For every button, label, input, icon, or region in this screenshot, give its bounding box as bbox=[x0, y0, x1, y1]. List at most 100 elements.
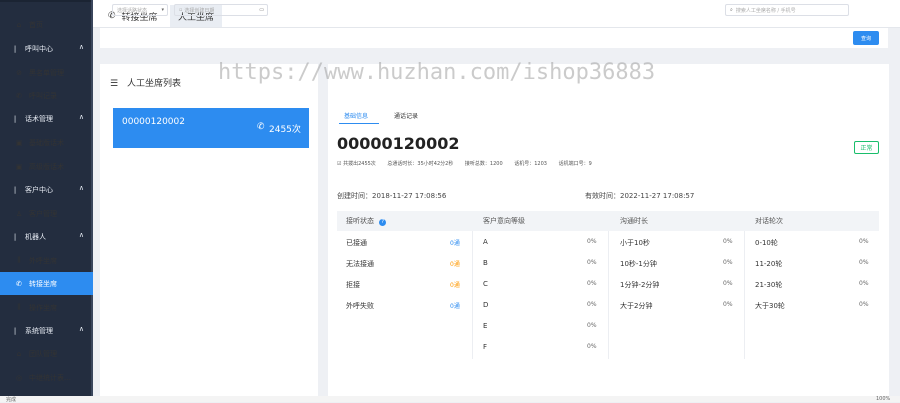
intent-value-c: 0% bbox=[587, 280, 597, 287]
intent-value-f: 0% bbox=[587, 343, 597, 350]
seat-card[interactable]: 00000120002 ✆ 2455次 bbox=[113, 108, 309, 148]
subtab-basic-info[interactable]: 基础信息 bbox=[344, 111, 368, 120]
sidebar-item-label: 黑名单管理 bbox=[29, 68, 64, 77]
rounds-label-21-30: 21-30轮 bbox=[755, 281, 783, 289]
valid-time: 有效时间：2022-11-27 17:08:57 bbox=[585, 191, 694, 201]
stat-total-calls: 共拨出2455次 bbox=[343, 161, 376, 167]
phone-icon: ✆ bbox=[16, 279, 22, 288]
rounds-value-gt30: 0% bbox=[859, 301, 869, 308]
sidebar-item-trunk-stats[interactable]: ◎ 中继统计表… bbox=[0, 366, 93, 389]
seat-list-title-text: 人工坐席列表 bbox=[126, 79, 181, 89]
date-picker[interactable]: ▫ 选择创建日期 ▭ bbox=[174, 4, 268, 16]
duration-label-lt10s: 小于10秒 bbox=[620, 239, 650, 247]
valid-value: 2022-11-27 17:08:57 bbox=[620, 192, 695, 200]
stat-total-duration: 总通话时长：35小时42分2秒 bbox=[387, 161, 454, 167]
seat-number-heading: 00000120002 bbox=[337, 134, 460, 153]
status-value-unreachable[interactable]: 0通 bbox=[450, 259, 460, 268]
search-placeholder: 搜索人工坐席名称 / 手机号 bbox=[735, 7, 796, 14]
sidebar-group-label: 话术管理 bbox=[25, 114, 53, 123]
intent-label-a: A bbox=[483, 238, 488, 246]
chevron-up-icon: ∧ bbox=[78, 184, 84, 192]
intent-label-b: B bbox=[483, 259, 488, 267]
duration-label-1m-2m: 1分钟-2分钟 bbox=[620, 281, 660, 289]
bars-icon: ⫼ bbox=[17, 303, 21, 311]
search-icon: ⌕ bbox=[730, 7, 733, 13]
created-time: 创建时间：2018-11-27 17:08:56 bbox=[337, 191, 446, 201]
sidebar-item-team-management[interactable]: ⌂ 团队管理 bbox=[0, 342, 93, 365]
chevron-up-icon: ∧ bbox=[78, 113, 84, 121]
column-divider bbox=[744, 231, 745, 359]
chevron-up-icon: ∧ bbox=[78, 325, 84, 333]
group-marker-icon: | bbox=[13, 44, 17, 53]
status-value-rejected[interactable]: 0通 bbox=[450, 280, 460, 289]
search-button[interactable]: 查询 bbox=[853, 31, 879, 45]
created-label: 创建时间： bbox=[337, 192, 372, 200]
status-label-rejected: 拒接 bbox=[346, 281, 360, 289]
sidebar-item-advanced-scripts[interactable]: ▣ 高级版话术 bbox=[0, 155, 93, 178]
caret-down-icon: ▾ bbox=[161, 7, 164, 13]
sidebar-item-blacklist[interactable]: ⊘ 黑名单管理 bbox=[0, 61, 93, 84]
script-icon: ▣ bbox=[15, 162, 23, 171]
sidebar-group-label: 呼叫中心 bbox=[25, 44, 53, 53]
seat-stats-line: ☑ 共拨出2455次 总通话时长：35小时42分2秒 接听总数：1200 话机号… bbox=[337, 160, 592, 167]
sidebar-group-customers[interactable]: | 客户中心 ∧ bbox=[0, 178, 93, 201]
sidebar-item-customer-management[interactable]: ♙ 客户管理 bbox=[0, 202, 93, 225]
status-select[interactable]: 选择话路状态 ▾ bbox=[112, 4, 168, 16]
sidebar-item-outbound-seats[interactable]: ⫼ 外呼坐席 bbox=[0, 249, 93, 272]
sidebar-group-call-center[interactable]: | 呼叫中心 ∧ bbox=[0, 37, 93, 60]
filter-bar bbox=[100, 28, 888, 48]
group-marker-icon: | bbox=[13, 326, 17, 335]
group-marker-icon: | bbox=[13, 232, 17, 241]
col-header-duration: 沟通时长 bbox=[620, 217, 648, 225]
chevron-up-icon: ∧ bbox=[78, 231, 84, 239]
sidebar-item-label: 客户管理 bbox=[29, 209, 57, 218]
intent-value-d: 0% bbox=[587, 301, 597, 308]
status-label-connected: 已接通 bbox=[346, 239, 367, 247]
intent-label-c: C bbox=[483, 280, 488, 288]
created-value: 2018-11-27 17:08:56 bbox=[372, 192, 447, 200]
sidebar-group-label: 机器人 bbox=[25, 232, 46, 241]
home-icon: ⌂ bbox=[16, 20, 22, 29]
bars-icon: ⫼ bbox=[17, 256, 21, 264]
duration-label-gt2m: 大于2分钟 bbox=[620, 302, 653, 310]
col-header-intent-level: 客户意向等级 bbox=[483, 217, 525, 225]
blacklist-icon: ⊘ bbox=[16, 68, 22, 77]
sidebar-item-label: 基础版话术 bbox=[29, 138, 64, 147]
sidebar-item-label: 中继统计表… bbox=[29, 373, 71, 382]
status-value-failed[interactable]: 0通 bbox=[450, 301, 460, 310]
status-value-connected[interactable]: 0通 bbox=[450, 238, 460, 247]
sidebar-group-scripts[interactable]: | 话术管理 ∧ bbox=[0, 107, 93, 130]
sidebar-item-transfer-seats[interactable]: ✆ 转接坐席 bbox=[0, 272, 93, 295]
sidebar-item-label: 团队管理 bbox=[29, 349, 57, 358]
sidebar-item-basic-scripts[interactable]: ▣ 基础版话术 bbox=[0, 131, 93, 154]
status-bar: 完成 100% bbox=[0, 396, 900, 403]
sidebar-group-robots[interactable]: | 机器人 ∧ bbox=[0, 225, 93, 248]
list-icon: ☰ bbox=[110, 79, 119, 89]
stats-grid-header bbox=[337, 211, 879, 231]
subtab-call-records[interactable]: 通话记录 bbox=[394, 111, 418, 120]
seat-card-number: 00000120002 bbox=[122, 117, 185, 127]
intent-label-d: D bbox=[483, 301, 489, 309]
sidebar-group-system[interactable]: | 系统管理 ∧ bbox=[0, 319, 93, 342]
subtab-active-underline bbox=[339, 123, 379, 124]
help-icon[interactable]: ? bbox=[379, 219, 387, 226]
sidebar-item-home[interactable]: ⌂ 首页 bbox=[0, 13, 93, 36]
zoom-level[interactable]: 100% bbox=[876, 396, 890, 402]
date-icon: ▫ bbox=[179, 7, 183, 13]
sidebar-item-operator-seats[interactable]: ⫼ 操作坐席 bbox=[0, 296, 93, 319]
rounds-label-gt30: 大于30轮 bbox=[755, 302, 785, 310]
rounds-label-11-20: 11-20轮 bbox=[755, 260, 783, 268]
intent-value-a: 0% bbox=[587, 238, 597, 245]
status-button[interactable]: 正常 bbox=[854, 141, 879, 154]
col-header-rounds: 对话轮次 bbox=[755, 217, 783, 225]
sidebar-item-label: 外呼坐席 bbox=[29, 256, 57, 265]
intent-label-f: F bbox=[483, 343, 488, 351]
intent-value-b: 0% bbox=[587, 259, 597, 266]
script-icon: ▣ bbox=[15, 138, 23, 147]
calendar-icon: ▭ bbox=[259, 7, 264, 13]
duration-value-10s-1m: 0% bbox=[723, 259, 733, 266]
search-input[interactable]: ⌕ 搜索人工坐席名称 / 手机号 bbox=[725, 4, 849, 16]
phone-icon: ✆ bbox=[257, 122, 265, 132]
duration-value-1m-2m: 0% bbox=[723, 280, 733, 287]
sidebar-item-call-records[interactable]: ✆ 呼叫记录 bbox=[0, 84, 93, 107]
